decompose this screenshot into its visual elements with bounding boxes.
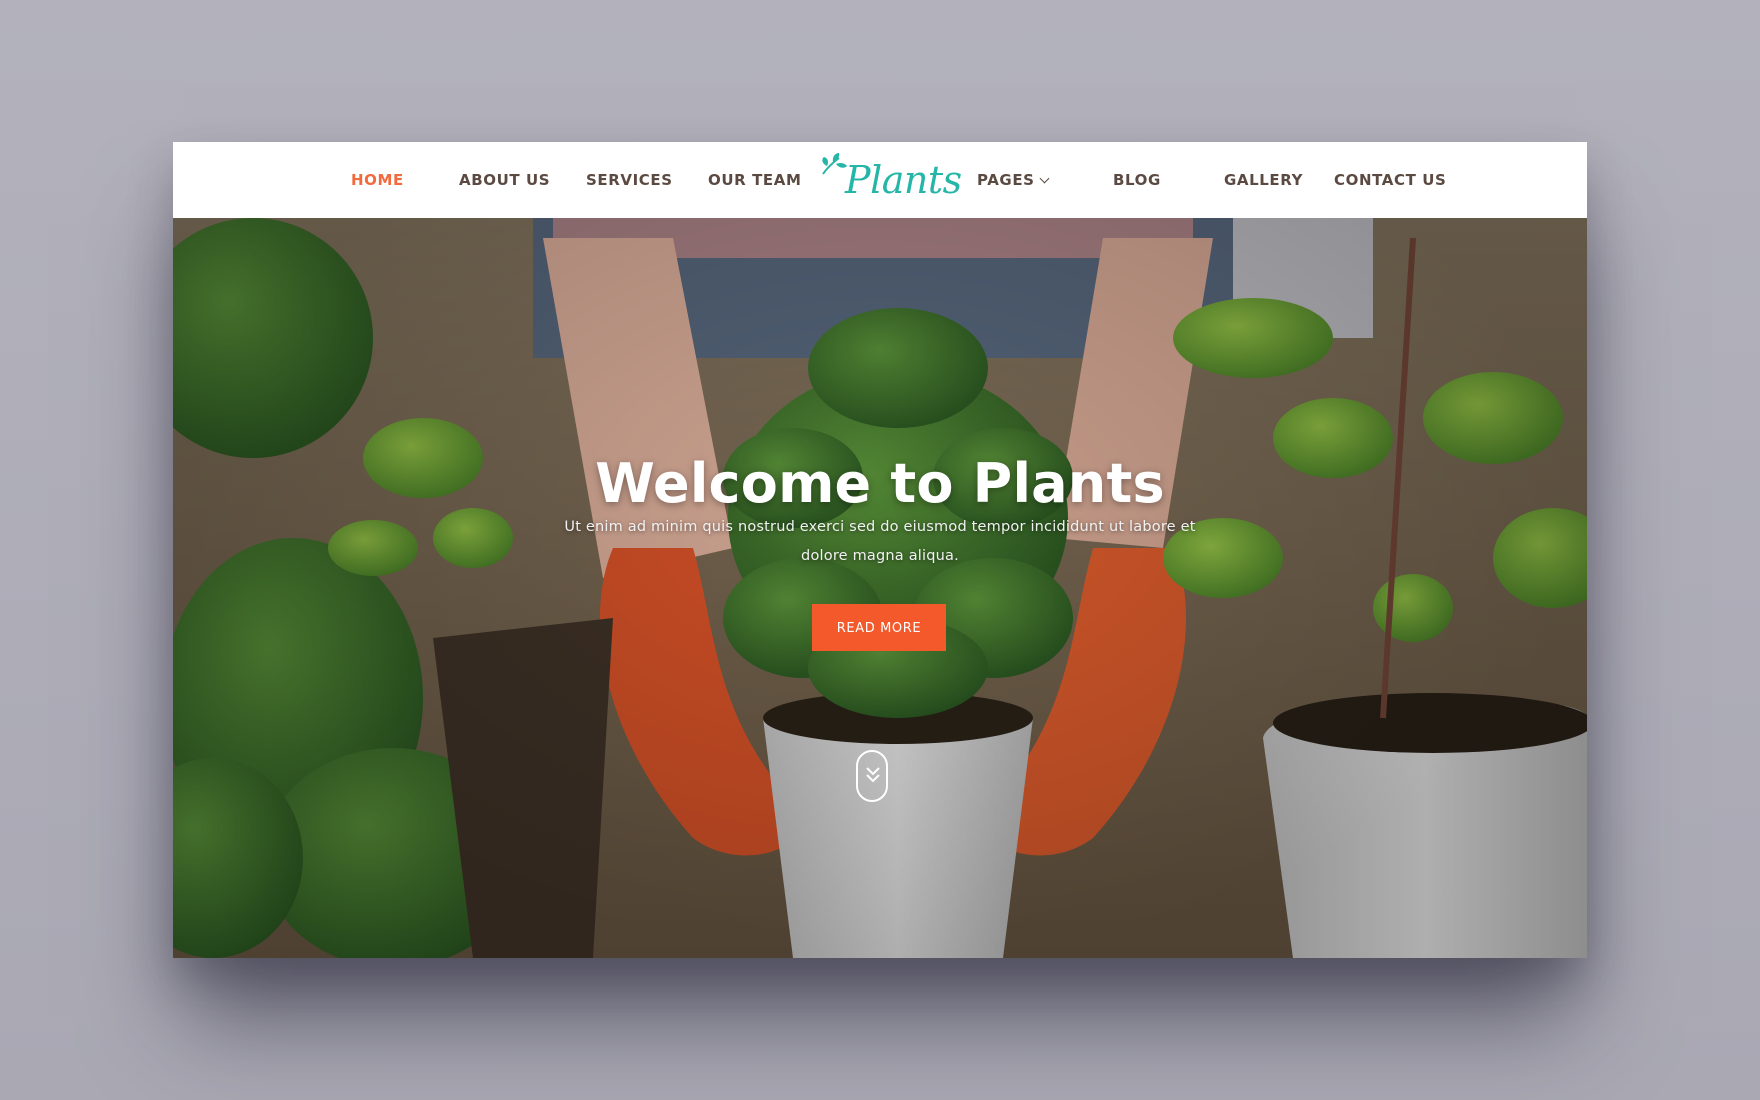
hero-section: Welcome to Plants Ut enim ad minim quis … <box>173 218 1587 958</box>
nav-about-us[interactable]: ABOUT US <box>459 142 550 218</box>
hero-subtitle: Ut enim ad minim quis nostrud exerci sed… <box>564 518 1196 564</box>
page-background: HOME ABOUT US SERVICES OUR TEAM Plants P… <box>0 0 1760 1100</box>
nav-our-team[interactable]: OUR TEAM <box>708 142 802 218</box>
nav-blog[interactable]: BLOG <box>1113 142 1161 218</box>
nav-pages-label: PAGES <box>977 171 1035 189</box>
double-chevron-down-icon <box>866 767 880 783</box>
nav-gallery[interactable]: GALLERY <box>1224 142 1303 218</box>
logo-text: Plants <box>845 158 962 202</box>
nav-services[interactable]: SERVICES <box>586 142 673 218</box>
hero-title: Welcome to Plants <box>595 452 1165 516</box>
nav-contact-us[interactable]: CONTACT US <box>1334 142 1446 218</box>
website-preview: HOME ABOUT US SERVICES OUR TEAM Plants P… <box>173 142 1587 958</box>
chevron-down-icon <box>1039 173 1050 184</box>
main-navbar: HOME ABOUT US SERVICES OUR TEAM Plants P… <box>173 142 1587 218</box>
nav-home[interactable]: HOME <box>351 142 404 218</box>
site-logo[interactable]: Plants <box>819 152 962 208</box>
scroll-down-button[interactable] <box>856 750 888 802</box>
nav-pages[interactable]: PAGES <box>977 142 1050 218</box>
read-more-button[interactable]: READ MORE <box>812 604 946 651</box>
hero-overlay <box>173 218 1587 958</box>
